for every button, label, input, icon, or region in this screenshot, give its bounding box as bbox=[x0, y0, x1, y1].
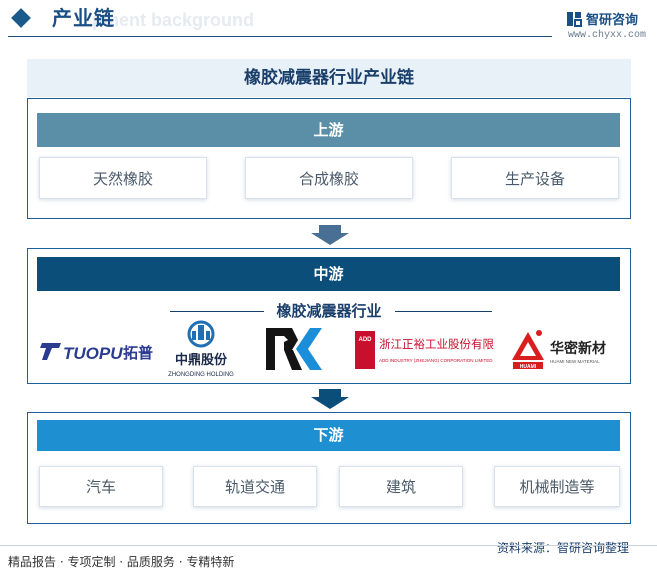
company-logo-rk bbox=[262, 326, 328, 372]
flow-arrow-down-icon bbox=[311, 225, 349, 245]
upstream-item: 合成橡胶 bbox=[245, 157, 413, 199]
huami-en-text: HUAMI NEW MATERIAL bbox=[550, 359, 600, 364]
add-en-text: ADD INDUSTRY (ZHEJIANG) CORPORATION LIMI… bbox=[379, 358, 493, 363]
watermark-text: pment background bbox=[92, 10, 255, 30]
footer-slogan: 精品报告 · 专项定制 · 品质服务 · 专精特新 bbox=[8, 555, 235, 569]
upstream-item: 天然橡胶 bbox=[39, 157, 207, 199]
upstream-bar: 上游 bbox=[37, 113, 620, 147]
company-logo-huami: HUAMI 华密新材 HUAMI NEW MATERIAL bbox=[508, 326, 620, 372]
downstream-bar: 下游 bbox=[37, 420, 620, 451]
footer-divider bbox=[0, 545, 657, 546]
brand-url: www.chyxx.com bbox=[568, 30, 647, 41]
company-logo-zhongding: 中鼎股份 ZHONGDING HOLDING bbox=[165, 319, 237, 379]
subtitle-rule-left bbox=[170, 311, 264, 312]
chain-title: 橡胶减震器行业产业链 bbox=[244, 68, 414, 88]
add-tag-text: ADD bbox=[359, 337, 373, 343]
flow-arrow-down-icon bbox=[311, 389, 349, 409]
midstream-subtitle: 橡胶减震器行业 bbox=[276, 302, 382, 320]
title-diamond-icon bbox=[11, 8, 31, 28]
upstream-item: 生产设备 bbox=[451, 157, 619, 199]
downstream-item: 建筑 bbox=[339, 466, 463, 507]
add-cn-text: 浙江正裕工业股份有限公司 bbox=[379, 337, 495, 351]
huami-tag-text: HUAMI bbox=[520, 364, 537, 370]
brand-logo-icon bbox=[567, 12, 582, 27]
zhongding-cn-text: 中鼎股份 bbox=[175, 352, 228, 368]
tuopu-en-text: TUOPU bbox=[63, 344, 123, 363]
downstream-item: 轨道交通 bbox=[193, 466, 317, 507]
source-note: 资料来源：智研咨询整理 bbox=[497, 541, 630, 555]
midstream-bar: 中游 bbox=[37, 257, 620, 291]
zhongding-en-text: ZHONGDING HOLDING bbox=[168, 372, 234, 378]
tuopu-cn-text: 拓普 bbox=[123, 344, 153, 362]
huami-cn-text: 华密新材 bbox=[550, 340, 606, 357]
page-title: 产业链 bbox=[52, 6, 115, 30]
subtitle-rule-right bbox=[395, 311, 492, 312]
company-logo-tuopu: TUOPU 拓普 bbox=[39, 329, 156, 367]
company-logo-add: ADD 浙江正裕工业股份有限公司 ADD INDUSTRY (ZHEJIANG)… bbox=[353, 327, 517, 373]
downstream-item: 机械制造等 bbox=[494, 466, 620, 507]
brand-name: 智研咨询 bbox=[586, 13, 639, 28]
downstream-item: 汽车 bbox=[39, 466, 163, 507]
header-divider bbox=[8, 36, 552, 37]
